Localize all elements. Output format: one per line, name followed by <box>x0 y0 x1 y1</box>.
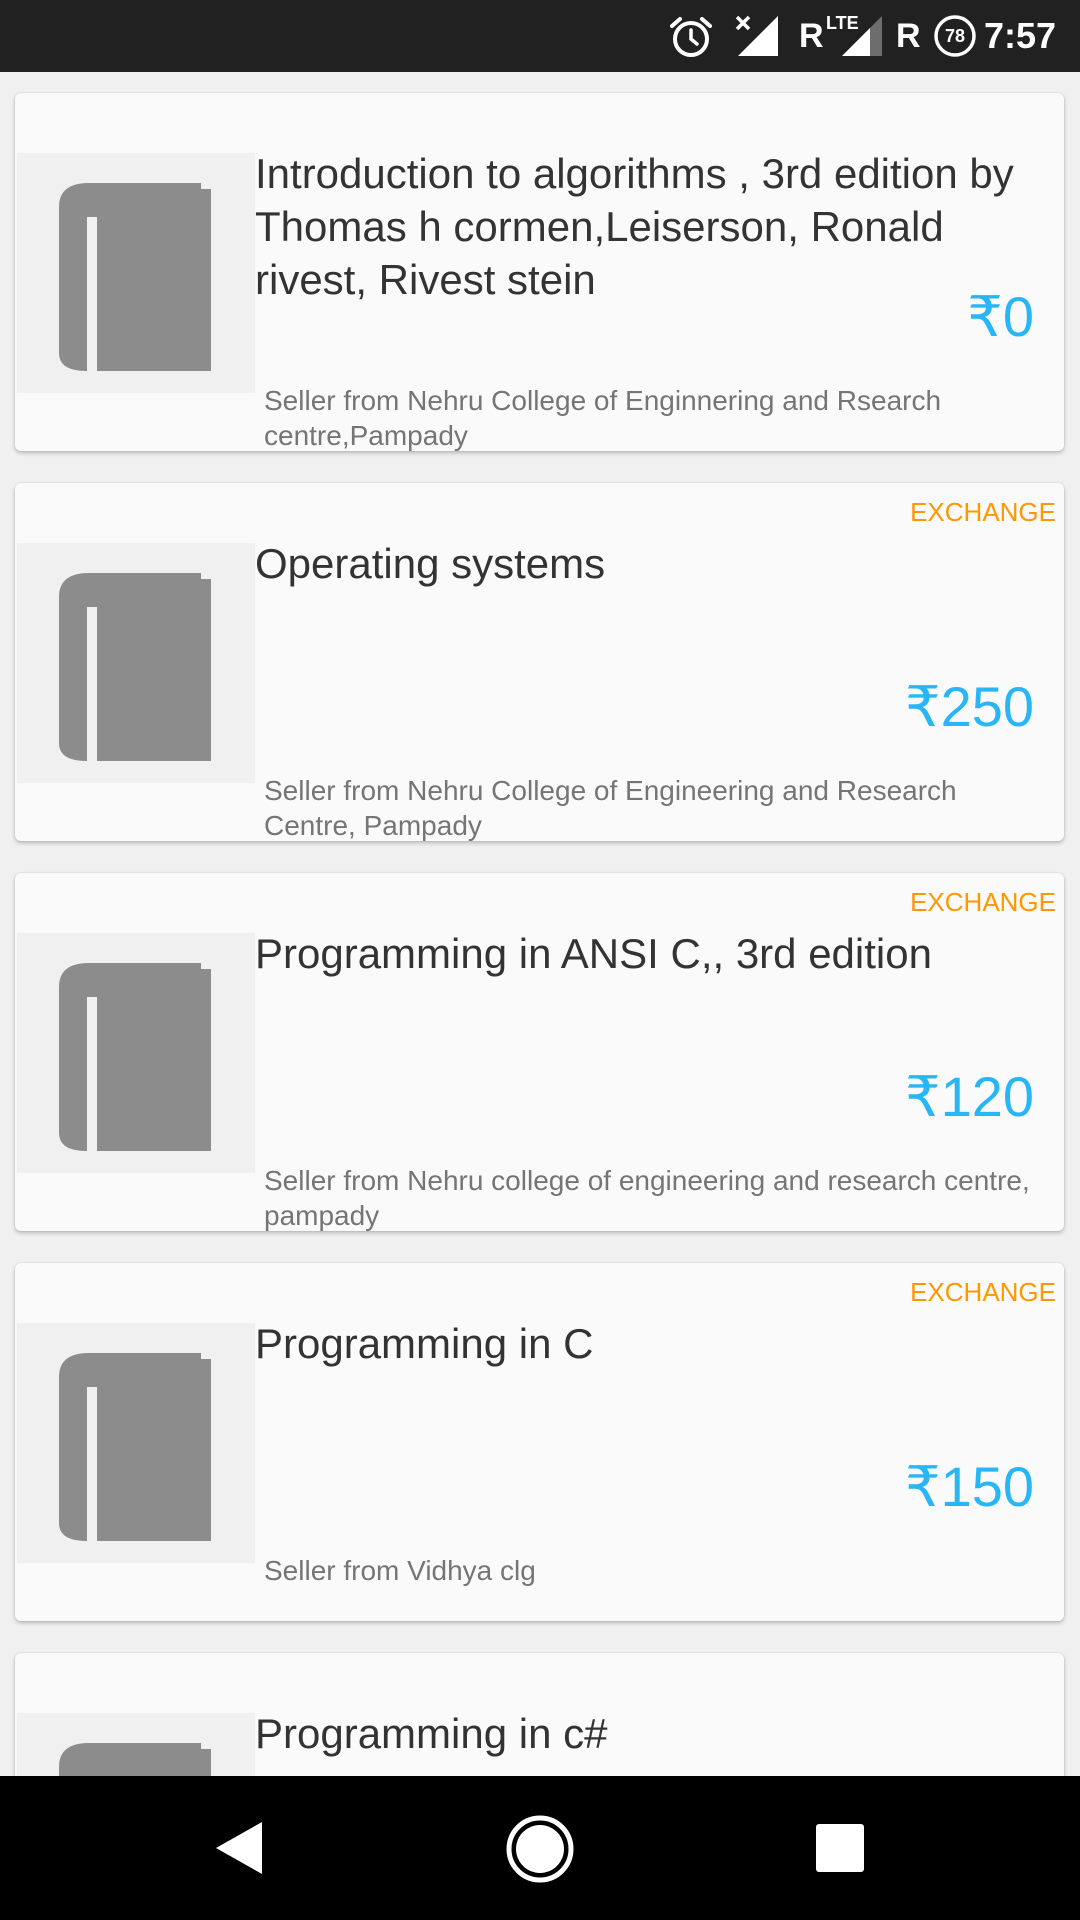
seller-info: Seller from Vidhya clg <box>264 1555 536 1586</box>
book-icon <box>59 1743 211 1776</box>
book-icon <box>59 183 211 371</box>
book-icon <box>59 573 211 761</box>
signal-letter-1: R <box>799 17 824 55</box>
listing-card[interactable]: EXCHANGE Operating systems ₹250 Seller f… <box>15 483 1064 841</box>
exchange-tag: EXCHANGE <box>910 887 1056 917</box>
seller-info: Seller from Nehru College of Engineering… <box>264 775 957 841</box>
listing-card[interactable]: Programming in c# <box>15 1653 1064 1776</box>
seller-info: Seller from Nehru College of Enginnering… <box>264 385 942 451</box>
exchange-tag: EXCHANGE <box>910 1277 1056 1307</box>
book-title: Programming in ANSI C,, 3rd edition <box>255 930 932 977</box>
book-price: ₹150 <box>904 1455 1034 1518</box>
book-listings: Introduction to algorithms , 3rd edition… <box>0 72 1080 1776</box>
book-icon <box>59 963 211 1151</box>
listing-card[interactable]: EXCHANGE Programming in C ₹150 Seller fr… <box>15 1263 1064 1621</box>
book-price: ₹250 <box>904 675 1034 738</box>
recents-icon[interactable] <box>814 1822 866 1874</box>
clock: 7:57 <box>983 15 1056 56</box>
book-price: ₹0 <box>967 285 1034 348</box>
book-title: Introduction to algorithms , 3rd edition… <box>255 150 1014 303</box>
back-icon[interactable] <box>212 1820 268 1876</box>
seller-info: Seller from Nehru college of engineering… <box>264 1165 1030 1231</box>
lte-signal-icon <box>842 16 882 56</box>
book-title: Operating systems <box>255 540 606 587</box>
book-thumbnail <box>17 1713 255 1776</box>
book-thumbnail <box>17 543 255 783</box>
listing-card[interactable]: EXCHANGE Programming in ANSI C,, 3rd edi… <box>15 873 1064 1231</box>
alarm-icon <box>670 17 712 57</box>
home-icon[interactable] <box>505 1814 575 1884</box>
book-title: Programming in C <box>255 1320 594 1367</box>
signal-letter-2: R <box>896 17 921 55</box>
battery-level: 78 <box>944 26 966 46</box>
navigation-bar <box>0 1776 1080 1920</box>
no-signal-icon <box>735 15 778 56</box>
book-price: ₹120 <box>904 1065 1034 1128</box>
battery-icon: 78 <box>933 14 977 58</box>
exchange-tag: EXCHANGE <box>910 497 1056 527</box>
listing-card[interactable]: Introduction to algorithms , 3rd edition… <box>15 93 1064 451</box>
book-title: Programming in c# <box>255 1710 608 1757</box>
book-thumbnail <box>17 153 255 393</box>
book-thumbnail <box>17 933 255 1173</box>
book-icon <box>59 1353 211 1541</box>
status-bar: R LTE R 78 7:57 <box>0 0 1080 72</box>
book-thumbnail <box>17 1323 255 1563</box>
